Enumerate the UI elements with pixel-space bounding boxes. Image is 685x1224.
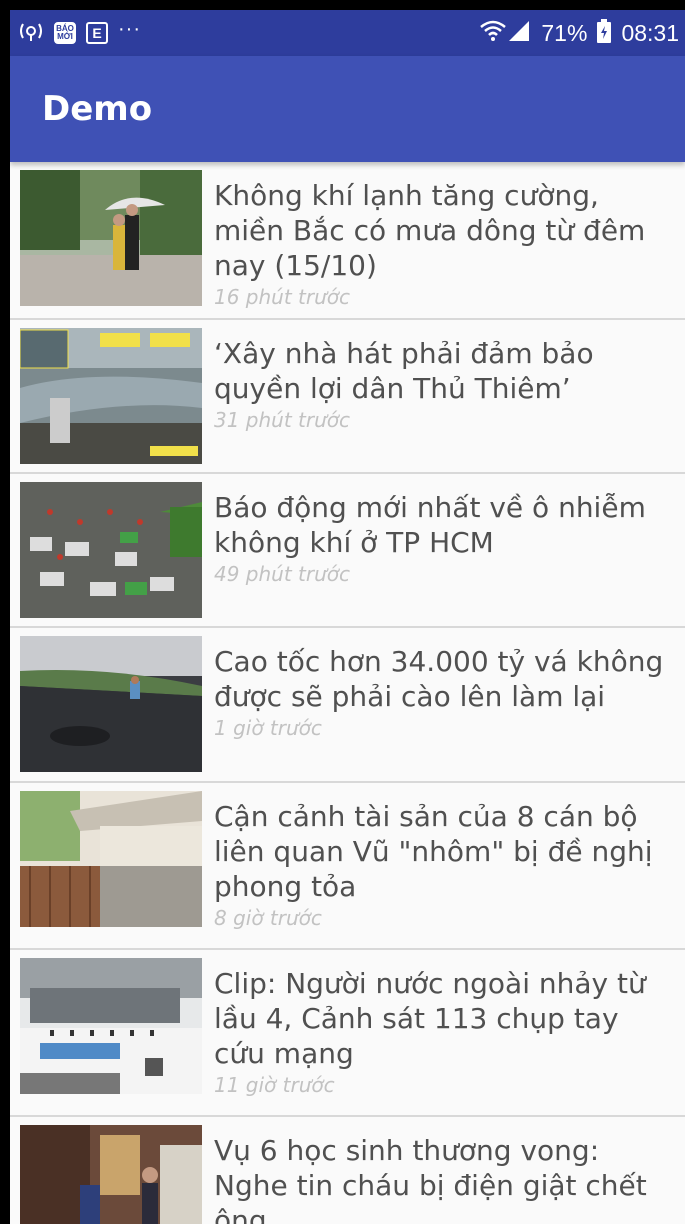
news-thumbnail (20, 328, 202, 464)
news-item[interactable]: Không khí lạnh tăng cường, miền Bắc có m… (10, 162, 685, 320)
news-time: 1 giờ trước (214, 716, 322, 740)
wifi-signal-icon (479, 19, 531, 48)
status-bar-right: 71% 08:31 (479, 18, 679, 48)
news-thumbnail (20, 170, 202, 306)
status-bar: BÁO MỚI E ··· 71% 08:31 (10, 10, 685, 56)
news-title: Clip: Người nước ngoài nhảy từ lầu 4, Cả… (214, 967, 646, 1070)
news-title: Cận cảnh tài sản của 8 cán bộ liên quan … (214, 800, 653, 903)
clock: 08:31 (621, 19, 679, 46)
wifi-calling-icon (18, 19, 44, 48)
news-item[interactable]: Báo động mới nhất về ô nhiễm không khí ở… (10, 474, 685, 628)
news-text: Cận cảnh tài sản của 8 cán bộ liên quan … (202, 791, 685, 936)
status-bar-left: BÁO MỚI E ··· (18, 17, 141, 48)
baomoi-notification-icon: BÁO MỚI (54, 22, 76, 44)
more-notifications-icon: ··· (118, 17, 141, 40)
battery-icon (597, 18, 612, 48)
news-time: 31 phút trước (214, 408, 351, 432)
news-time: 8 giờ trước (214, 906, 322, 930)
news-item[interactable]: Vụ 6 học sinh thương vong: Nghe tin cháu… (10, 1117, 685, 1224)
news-text: ‘Xây nhà hát phải đảm bảo quyền lợi dân … (202, 328, 685, 460)
app-title: Demo (42, 89, 153, 129)
news-title: Không khí lạnh tăng cường, miền Bắc có m… (214, 179, 646, 282)
news-time: 49 phút trước (214, 562, 351, 586)
news-title: Cao tốc hơn 34.000 tỷ vá không được sẽ p… (214, 645, 664, 713)
news-list[interactable]: Không khí lạnh tăng cường, miền Bắc có m… (10, 162, 685, 1224)
news-thumbnail (20, 791, 202, 927)
phone-screen: BÁO MỚI E ··· 71% 08:31 Demo Không khí l… (10, 10, 685, 1224)
news-title: ‘Xây nhà hát phải đảm bảo quyền lợi dân … (214, 337, 594, 405)
battery-percent: 71% (541, 19, 588, 46)
e-notification-icon: E (86, 22, 108, 44)
news-text: Clip: Người nước ngoài nhảy từ lầu 4, Cả… (202, 958, 685, 1103)
news-text: Vụ 6 học sinh thương vong: Nghe tin cháu… (202, 1125, 685, 1224)
news-thumbnail (20, 482, 202, 618)
news-text: Cao tốc hơn 34.000 tỷ vá không được sẽ p… (202, 636, 685, 769)
news-time: 11 giờ trước (214, 1073, 335, 1097)
news-item[interactable]: Clip: Người nước ngoài nhảy từ lầu 4, Cả… (10, 950, 685, 1117)
news-text: Báo động mới nhất về ô nhiễm không khí ở… (202, 482, 685, 614)
news-item[interactable]: ‘Xây nhà hát phải đảm bảo quyền lợi dân … (10, 320, 685, 474)
news-title: Báo động mới nhất về ô nhiễm không khí ở… (214, 491, 646, 559)
news-time: 16 phút trước (214, 285, 351, 309)
news-item[interactable]: Cận cảnh tài sản của 8 cán bộ liên quan … (10, 783, 685, 950)
news-thumbnail (20, 1125, 202, 1224)
news-title: Vụ 6 học sinh thương vong: Nghe tin cháu… (214, 1134, 647, 1224)
app-bar: Demo (10, 56, 685, 162)
news-text: Không khí lạnh tăng cường, miền Bắc có m… (202, 170, 685, 309)
news-thumbnail (20, 958, 202, 1094)
news-item[interactable]: Cao tốc hơn 34.000 tỷ vá không được sẽ p… (10, 628, 685, 783)
news-thumbnail (20, 636, 202, 772)
